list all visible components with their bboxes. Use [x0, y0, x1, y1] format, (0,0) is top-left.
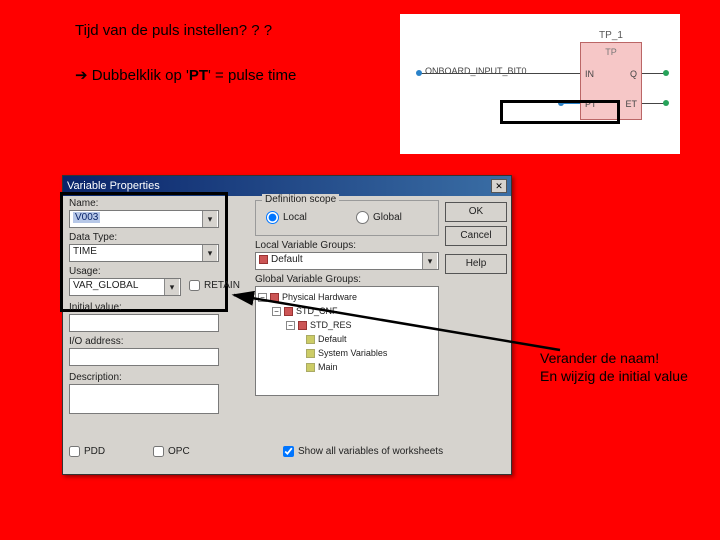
- close-button[interactable]: ✕: [491, 179, 507, 193]
- ok-button[interactable]: OK: [445, 202, 507, 222]
- init-value-field[interactable]: [69, 314, 219, 332]
- variable-properties-dialog: Variable Properties ✕ Name: V003 Data Ty…: [62, 175, 512, 475]
- local-var-groups-field[interactable]: Default: [255, 252, 439, 270]
- opc-checkbox-input[interactable]: [153, 446, 164, 457]
- bullet-arrow-icon: ➔: [75, 67, 88, 84]
- retain-checkbox[interactable]: RETAIN: [189, 280, 240, 291]
- label-global-var-groups: Global Variable Groups:: [255, 274, 361, 285]
- function-block-diagram: TP_1 TP IN PT Q ET ONBOARD_INPUT_BIT0: [400, 14, 680, 154]
- name-field[interactable]: V003: [69, 210, 219, 228]
- opc-label: OPC: [168, 446, 190, 457]
- retain-checkbox-input[interactable]: [189, 280, 200, 291]
- folder-icon: [259, 255, 268, 264]
- pdd-checkbox-input[interactable]: [69, 446, 80, 457]
- opc-checkbox[interactable]: OPC: [153, 446, 190, 457]
- dot-q-right: [663, 70, 669, 76]
- pdd-label: PDD: [84, 446, 105, 457]
- label-name: Name:: [69, 198, 98, 209]
- scope-local-input[interactable]: [266, 211, 279, 224]
- port-q: Q: [630, 69, 637, 79]
- data-type-field[interactable]: TIME: [69, 244, 219, 262]
- pt-highlight-box: [500, 100, 620, 124]
- show-all-checkbox-input[interactable]: [283, 446, 294, 457]
- port-in: IN: [585, 69, 594, 79]
- dot-in-left: [416, 70, 422, 76]
- label-data-type: Data Type:: [69, 232, 117, 243]
- tree-leaf-sysvars[interactable]: System Variables: [258, 346, 436, 360]
- note-change-name: Verander de naam!: [540, 350, 659, 366]
- cancel-button[interactable]: Cancel: [445, 226, 507, 246]
- definition-scope-group: Definition scope Local Global: [255, 200, 439, 236]
- pdd-checkbox[interactable]: PDD: [69, 446, 105, 457]
- scope-global-input[interactable]: [356, 211, 369, 224]
- label-usage: Usage:: [69, 266, 101, 277]
- note-change-initvalue: En wijzig de initial value: [540, 368, 688, 384]
- bullet-post: ' = pulse time: [208, 67, 296, 84]
- tree-root[interactable]: −Physical Hardware: [258, 290, 436, 304]
- port-et: ET: [625, 99, 637, 109]
- bullet-line: ➔ Dubbelklik op 'PT' = pulse time: [75, 66, 296, 84]
- dialog-title: Variable Properties: [67, 180, 160, 192]
- definition-scope-title: Definition scope: [262, 194, 339, 205]
- input-signal-label: ONBOARD_INPUT_BIT0: [425, 66, 527, 76]
- block-instance-name: TP_1: [599, 30, 623, 41]
- scope-local-radio[interactable]: Local: [266, 211, 307, 224]
- retain-label: RETAIN: [204, 280, 240, 291]
- show-all-checkbox[interactable]: Show all variables of worksheets: [283, 446, 443, 457]
- titlebar: Variable Properties ✕: [63, 176, 511, 196]
- label-io-address: I/O address:: [69, 336, 123, 347]
- show-all-label: Show all variables of worksheets: [298, 446, 443, 457]
- block-type: TP: [605, 47, 617, 57]
- scope-global-radio[interactable]: Global: [356, 211, 402, 224]
- tree-leaf-default[interactable]: Default: [258, 332, 436, 346]
- bullet-bold: PT: [189, 67, 208, 84]
- label-local-var-groups: Local Variable Groups:: [255, 240, 356, 251]
- scope-local-label: Local: [283, 212, 307, 223]
- label-description: Description:: [69, 372, 122, 383]
- help-button[interactable]: Help: [445, 254, 507, 274]
- description-field[interactable]: [69, 384, 219, 414]
- tree-node-cnf[interactable]: −STD_CNF: [258, 304, 436, 318]
- usage-field[interactable]: VAR_GLOBAL: [69, 278, 181, 296]
- scope-global-label: Global: [373, 212, 402, 223]
- heading-text: Tijd van de puls instellen? ? ?: [75, 22, 272, 39]
- label-init-value: Initial value:: [69, 302, 122, 313]
- wire-in: [420, 73, 580, 74]
- wire-et: [642, 103, 664, 104]
- tree-leaf-main[interactable]: Main: [258, 360, 436, 374]
- global-var-tree[interactable]: −Physical Hardware −STD_CNF −STD_RES Def…: [255, 286, 439, 396]
- bullet-pre: Dubbelklik op ': [92, 67, 189, 84]
- io-address-field[interactable]: [69, 348, 219, 366]
- form-area: Name: V003 Data Type: TIME Usage: VAR_GL…: [63, 196, 511, 474]
- wire-q: [642, 73, 664, 74]
- tree-node-res[interactable]: −STD_RES: [258, 318, 436, 332]
- dot-et-right: [663, 100, 669, 106]
